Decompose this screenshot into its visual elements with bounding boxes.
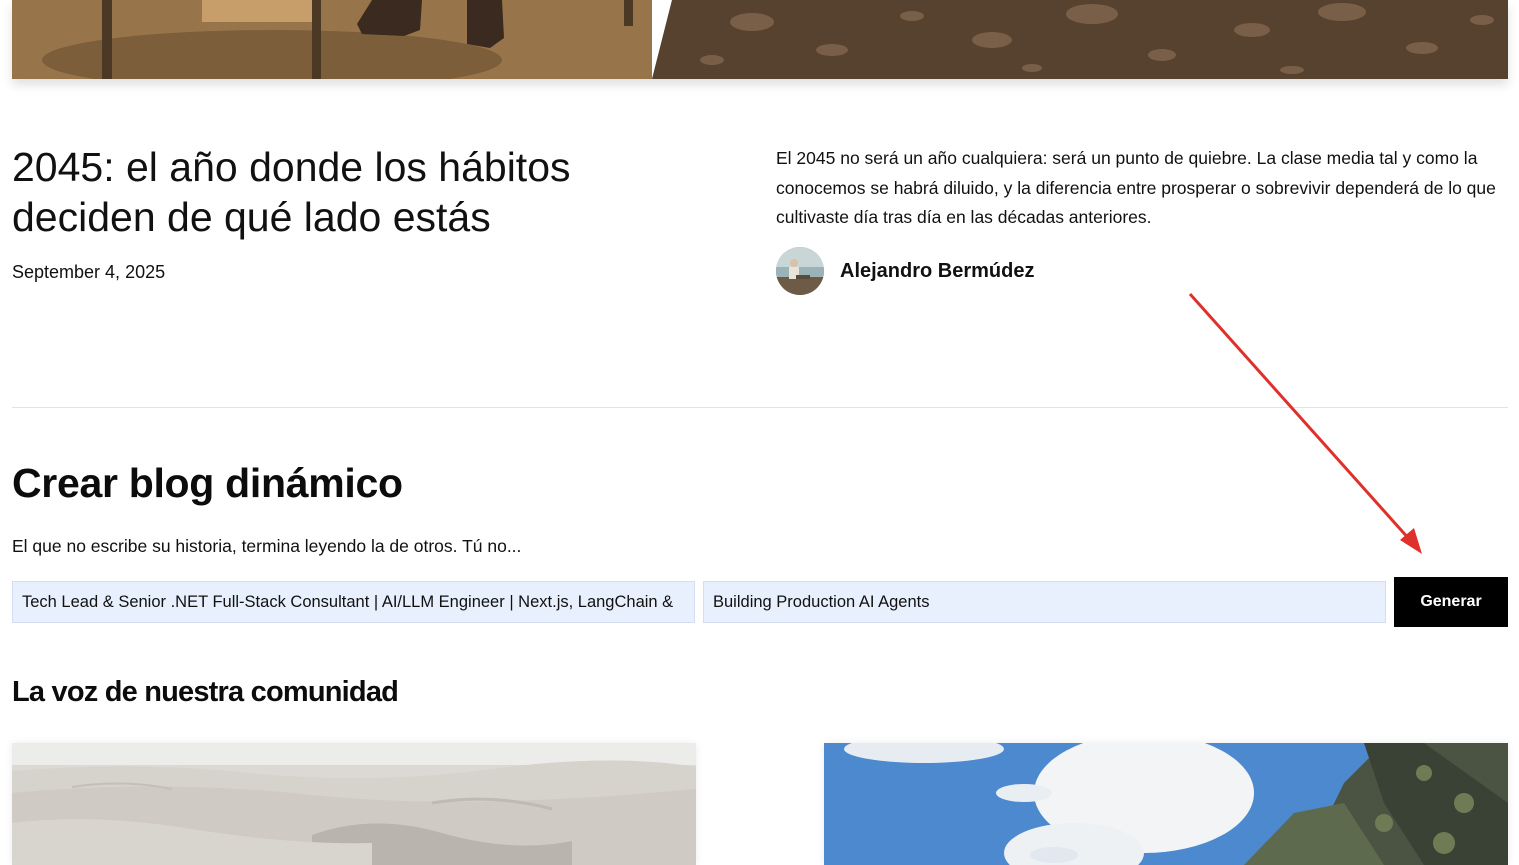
section-divider — [12, 407, 1508, 408]
post-excerpt: El 2045 no será un año cualquiera: será … — [776, 148, 1496, 227]
generate-button[interactable]: Generar — [1394, 577, 1508, 627]
mountain-image — [824, 743, 1508, 865]
profile-input[interactable]: Tech Lead & Senior .NET Full-Stack Consu… — [12, 581, 695, 623]
post-title[interactable]: 2045: el año donde los hábitos deciden d… — [12, 142, 692, 242]
author[interactable]: Alejandro Bermúdez — [776, 247, 1034, 295]
topic-input[interactable]: Building Production AI Agents — [703, 581, 1386, 623]
annotation-arrow — [1188, 293, 1422, 554]
desert-image — [12, 743, 696, 865]
hero-image — [12, 0, 1508, 79]
author-avatar — [776, 247, 824, 295]
create-blog-title: Crear blog dinámico — [12, 460, 403, 506]
post-date: September 4, 2025 — [12, 262, 166, 282]
page: 2045: el año donde los hábitos deciden d… — [0, 0, 1519, 865]
community-card-mountain[interactable] — [824, 743, 1508, 865]
community-card-desert[interactable] — [12, 743, 696, 865]
author-name[interactable]: Alejandro Bermúdez — [840, 260, 1034, 283]
community-title: La voz de nuestra comunidad — [12, 676, 399, 708]
create-blog-subtitle: El que no escribe su historia, termina l… — [12, 536, 522, 556]
